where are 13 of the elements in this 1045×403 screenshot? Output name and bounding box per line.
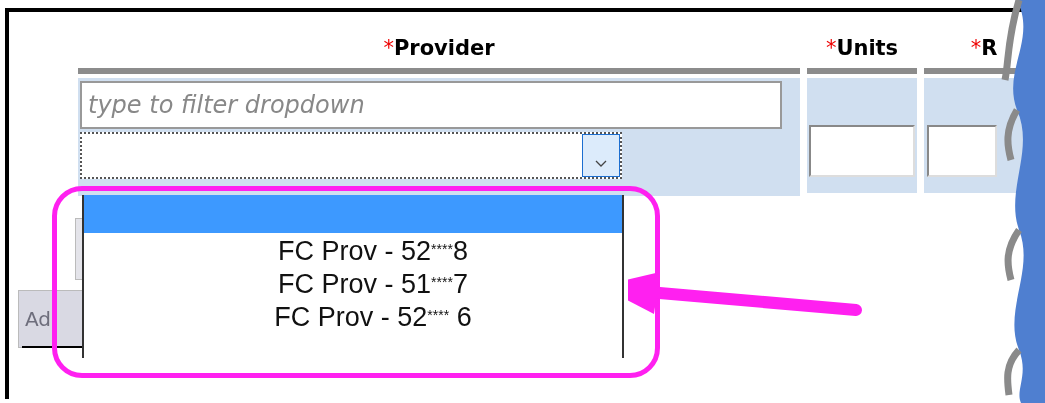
required-mark: * [383,36,394,60]
required-mark: * [970,36,982,60]
column-header: Units [836,36,899,60]
column-header: Provider [393,36,495,60]
rate-field[interactable] [927,124,997,177]
dropdown-button[interactable] [582,134,620,177]
column-header: R [981,36,998,60]
units-field[interactable] [809,124,915,177]
required-mark: * [825,36,837,60]
chevron-down-icon [595,160,607,168]
filter-field[interactable]: type to filter dropdown [80,81,782,129]
provider-select[interactable] [80,132,622,179]
dropdown-option[interactable]: FC Prov - 52$^{****}$8 [84,233,622,266]
